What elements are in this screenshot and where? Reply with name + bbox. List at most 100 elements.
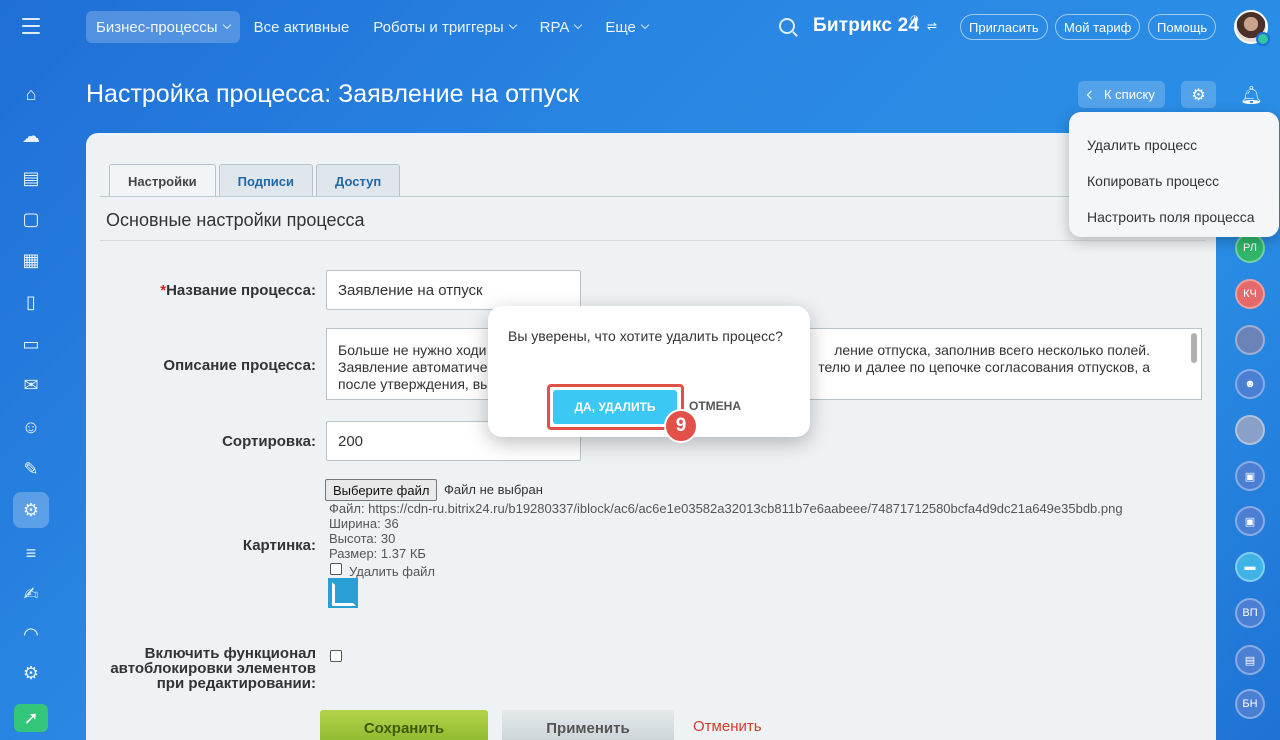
cancel-link[interactable]: Отменить [693,718,762,735]
tab-divider [100,196,1206,197]
delete-file-checkbox[interactable] [330,563,342,575]
desc-text: после утверждения, вы [338,376,491,392]
dialog-question: Вы уверены, что хотите удалить процесс? [508,328,783,344]
image-label: Картинка: [242,537,316,554]
card-icon[interactable]: ▤ [1235,645,1265,675]
autolock-label: Включить функционал автоблокировки элеме… [110,645,316,692]
document-icon[interactable]: ▯ [20,291,42,313]
confirm-delete-button[interactable]: ДА, УДАЛИТЬ [553,390,677,424]
save-button[interactable]: Сохранить [320,710,488,740]
file-width: Ширина: 36 [329,516,399,531]
desc-text: ление отпуска, заполнив всего несколько … [834,342,1150,358]
desc-text: Больше не нужно ходи [338,342,487,358]
top-nav: Бизнес-процессы Все активные Роботы и тр… [86,11,662,43]
avatar-photo-1[interactable] [1235,325,1265,355]
brand-logo: Битрикс 24 [813,15,920,36]
menu-item-fields[interactable]: Настроить поля процесса [1069,199,1279,235]
file-height: Высота: 30 [329,531,396,546]
apply-button[interactable]: Применить [502,710,674,740]
lock-icon[interactable]: ▣ [1235,506,1265,536]
chevron-down-icon [574,20,583,30]
nav-label: RPA [539,18,570,36]
scrollbar[interactable] [1191,333,1197,363]
search-icon[interactable] [779,18,795,34]
settings-icon[interactable]: ⚙ [20,662,42,684]
top-bar: Бизнес-процессы Все активные Роботы и тр… [0,0,1280,56]
nav-label: Бизнес-процессы [96,18,218,36]
nav-item-robots[interactable]: Роботы и триггеры [363,11,525,43]
section-divider [100,240,1206,241]
sign-icon[interactable]: ✎ [20,458,42,480]
drive-icon[interactable]: ▭ [20,333,42,355]
chat-icon[interactable]: ▢ [20,208,42,230]
autolock-checkbox[interactable] [330,650,342,662]
avatar-photo-2[interactable] [1235,415,1265,445]
avatar-kch[interactable]: КЧ [1235,279,1265,309]
invite-button[interactable]: Пригласить [960,14,1048,40]
online-indicator-icon [1256,32,1270,46]
chevron-down-icon [640,20,650,30]
description-label: Описание процесса: [163,357,316,374]
cloud-icon[interactable]: ☁ [20,125,42,147]
avatar-vp[interactable]: ВП [1235,598,1265,628]
home-icon[interactable]: ⌂ [20,83,42,105]
page-title: Настройка процесса: Заявление на отпуск [86,80,580,108]
nav-item-all-active[interactable]: Все активные [244,11,360,43]
contacts-icon[interactable]: ☺ [20,416,42,438]
dialog-cancel-button[interactable]: ОТМЕНА [689,399,741,413]
sort-label: Сортировка: [222,433,316,450]
chevron-down-icon [222,20,231,30]
choose-file-button[interactable]: Выберите файл [325,479,438,501]
file-url: Файл: https://cdn-ru.bitrix24.ru/b192803… [329,501,1123,516]
lock-icon[interactable]: ▣ [1235,461,1265,491]
desc-text: телю и далее по цепочке согласования отп… [818,359,1150,375]
menu-item-copy[interactable]: Копировать процесс [1069,163,1279,199]
clock-icon: ◷ [910,14,919,25]
settings-dropdown-menu: Удалить процесс Копировать процесс Настр… [1069,112,1279,237]
edit-doc-icon[interactable]: ✍ [20,583,42,605]
step-badge: 9 [664,409,698,443]
left-sidebar: ⌂ ☁ ▤ ▢ ▦ ▯ ▭ ✉ ☺ ✎ ⚙ ≡ ✍ ◠ ⚙ ➚ [0,56,64,740]
back-label: К списку [1104,87,1155,102]
section-title: Основные настройки процесса [106,210,365,230]
nav-item-rpa[interactable]: RPA [530,11,592,43]
nav-item-more[interactable]: Еще [595,11,658,43]
gear-icon: ⚙ [1191,86,1206,104]
back-to-list-button[interactable]: К списку [1078,81,1165,108]
nav-label: Все активные [253,18,350,36]
desc-text: Заявление автоматиче [338,359,488,375]
nav-label: Роботы и триггеры [373,18,504,36]
gear-button[interactable]: ⚙ [1181,81,1216,108]
chevron-down-icon [508,20,517,30]
settings-sliders-icon[interactable]: ⇌ [927,19,937,33]
menu-burger-icon[interactable] [22,18,40,34]
tab-signatures[interactable]: Подписи [218,164,314,197]
name-input[interactable]: Заявление на отпуск [326,270,581,310]
nav-item-business-processes[interactable]: Бизнес-процессы [86,11,240,43]
chevron-left-icon [1086,90,1096,99]
tab-access[interactable]: Доступ [316,164,401,197]
chat-bubble-icon[interactable]: ▬ [1235,552,1265,582]
avatar-rl[interactable]: РЛ [1235,233,1265,263]
avatar-bn[interactable]: БН [1235,689,1265,719]
group-icon[interactable]: ☻ [1235,369,1265,399]
menu-item-delete[interactable]: Удалить процесс [1069,127,1279,163]
feed-icon[interactable]: ▤ [20,167,42,189]
mail-icon[interactable]: ✉ [20,374,42,396]
name-label: *Название процесса: [160,282,316,299]
robot-icon[interactable]: ⚙ [13,492,49,528]
file-status: Файл не выбран [444,482,543,497]
speed-icon[interactable]: ◠ [20,623,42,645]
calendar-icon[interactable]: ▦ [20,249,42,271]
tab-settings[interactable]: Настройки [109,164,216,197]
process-image-thumbnail [328,578,358,608]
user-avatar[interactable] [1234,10,1270,46]
delete-file-label: Удалить файл [349,564,436,579]
nav-label: Еще [605,18,636,36]
file-size: Размер: 1.37 КБ [329,546,426,561]
tabs: Настройки Подписи Доступ [109,164,403,197]
help-button[interactable]: Помощь [1148,14,1217,40]
tariff-button[interactable]: Мой тариф [1055,14,1141,40]
funnel-icon[interactable]: ≡ [20,542,42,564]
rocket-icon[interactable]: ➚ [14,704,48,732]
